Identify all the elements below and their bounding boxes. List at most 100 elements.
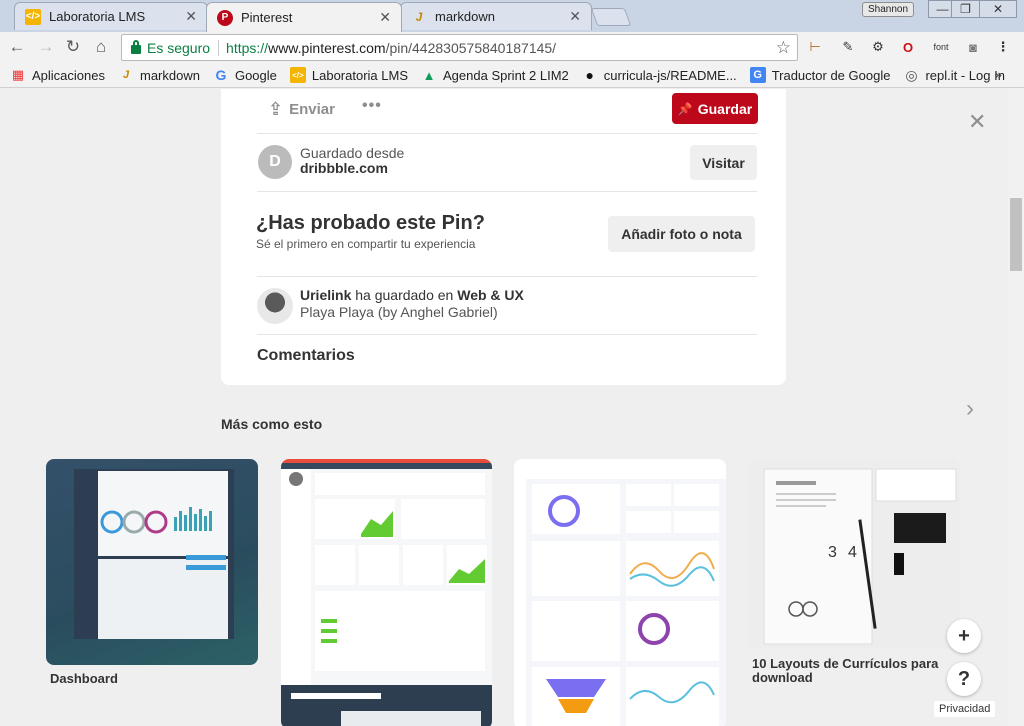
saver-name-link[interactable]: Urielink (300, 287, 351, 303)
pin-description: Playa Playa (by Anghel Gabriel) (300, 304, 498, 320)
tab-markdown[interactable]: J markdown ✕ (400, 2, 592, 30)
close-icon[interactable]: ✕ (185, 8, 197, 25)
toolbar: ← → ↻ ⌂ Es seguro https:// www.pinterest… (0, 32, 1024, 63)
bookmark-github[interactable]: ● curricula-js/README... (582, 67, 737, 83)
comments-heading[interactable]: Comentarios (257, 347, 355, 365)
bookmark-label: Agenda Sprint 2 LIM2 (443, 67, 569, 83)
url-path: /pin/442830575840187145/ (385, 39, 557, 56)
pin-image-resume-layouts[interactable]: 3 4 (748, 459, 960, 649)
close-icon[interactable]: ✕ (569, 8, 581, 25)
bookmark-label: repl.it - Log In (925, 67, 1005, 83)
forward-arrow-icon[interactable]: → (35, 36, 57, 58)
help-button[interactable]: ? (947, 662, 981, 696)
svg-text:4: 4 (848, 544, 857, 561)
extension-icon[interactable]: ⊢ (805, 37, 825, 57)
font-icon[interactable]: font (931, 37, 951, 57)
extension-icon[interactable]: ⚙ (868, 37, 888, 57)
board-link[interactable]: Web & UX (457, 287, 524, 303)
close-icon[interactable]: ✕ (379, 9, 391, 26)
bookmark-markdown[interactable]: J markdown (118, 67, 200, 83)
bookmark-label: Google (234, 67, 277, 83)
saver-info: Urielink ha guardado en Web & UX Playa P… (300, 287, 524, 321)
bookmark-agenda[interactable]: ▲ Agenda Sprint 2 LIM2 (421, 67, 569, 83)
menu-icon[interactable]: ⋮ (993, 37, 1013, 57)
divider (257, 191, 757, 192)
markdown-icon: J (415, 9, 423, 24)
github-icon: ● (585, 67, 594, 83)
bookmark-replit[interactable]: ◎ repl.it - Log In (903, 67, 1005, 83)
url-host: www.pinterest.com (268, 39, 386, 56)
bookmark-label: Laboratoria LMS (311, 67, 409, 83)
new-tab-button[interactable] (590, 8, 632, 26)
bookmark-google[interactable]: G Google (213, 67, 277, 83)
replit-icon: ◎ (905, 66, 918, 83)
add-photo-button[interactable]: Añadir foto o nota (608, 216, 755, 252)
source-prefix: Guardado desde (300, 145, 405, 161)
lock-icon (131, 40, 141, 54)
resume-thumbnail: 3 4 (763, 468, 957, 645)
tab-label: Pinterest (241, 10, 293, 25)
pin-image-dashboard[interactable] (46, 459, 258, 665)
pinterest-icon: P (217, 9, 233, 26)
bookmark-label: curricula-js/README... (603, 67, 737, 83)
source-domain-link[interactable]: dribbble.com (300, 161, 404, 176)
source-avatar[interactable]: D (258, 145, 292, 179)
pin-caption[interactable]: Dashboard (50, 672, 255, 686)
google-icon: G (215, 67, 227, 83)
url-scheme: https:// (226, 39, 269, 56)
home-icon[interactable]: ⌂ (90, 36, 112, 58)
share-button[interactable]: ⇪ Enviar (268, 99, 335, 120)
tab-pinterest[interactable]: P Pinterest ✕ (206, 2, 402, 32)
more-like-this-title: Más como esto (221, 416, 323, 432)
visit-button[interactable]: Visitar (690, 145, 757, 180)
back-arrow-icon[interactable]: ← (6, 36, 28, 58)
saver-action: ha guardado en (351, 287, 458, 303)
tab-laboratoria-lms[interactable]: </> Laboratoria LMS ✕ (14, 2, 208, 30)
pinterest-page: ⇪ Enviar ••• 📌 Guardar D Guardado desde … (0, 89, 1008, 726)
dashboard-thumbnail (74, 469, 234, 639)
bookmark-translate[interactable]: G Traductor de Google (749, 67, 891, 83)
pin-image-analytics-dashboard[interactable] (514, 459, 726, 726)
scrollbar[interactable] (1008, 89, 1024, 726)
markdown-icon: J (122, 69, 130, 81)
scrollbar-thumb[interactable] (1010, 198, 1022, 271)
restore-icon[interactable]: ❐ (951, 0, 980, 18)
share-icon: ⇪ (268, 99, 284, 119)
analytics-thumbnail (514, 459, 726, 726)
bookmark-label: Traductor de Google (771, 67, 891, 83)
bookmark-label: Aplicaciones (32, 67, 105, 83)
source-info: Guardado desde dribbble.com (300, 146, 404, 176)
pin-caption[interactable]: 10 Layouts de Currículos para download (752, 657, 952, 685)
save-button[interactable]: 📌 Guardar (672, 93, 758, 124)
divider (257, 334, 757, 335)
color-picker-icon[interactable]: ✎ (838, 37, 858, 57)
translate-icon: G (749, 67, 766, 83)
reload-icon[interactable]: ↻ (62, 36, 84, 58)
privacy-link[interactable]: Privacidad (934, 701, 996, 717)
address-bar[interactable]: Es seguro https:// www.pinterest.com /pi… (121, 34, 798, 61)
bookmark-star-icon[interactable]: ☆ (776, 38, 791, 58)
chevron-right-icon[interactable]: › (966, 395, 974, 423)
bookmark-label: markdown (140, 67, 200, 83)
add-pin-button[interactable]: + (947, 619, 981, 653)
bookmark-apps[interactable]: ▦ Aplicaciones (10, 67, 105, 83)
more-options-icon[interactable]: ••• (362, 97, 382, 115)
profile-button[interactable]: Shannon (862, 2, 915, 17)
tried-subtitle: Sé el primero en compartir tu experienci… (256, 237, 476, 251)
drive-icon: ▲ (422, 67, 436, 83)
divider (257, 276, 757, 277)
svg-text:3: 3 (828, 544, 837, 561)
close-window-icon[interactable]: ✕ (979, 0, 1017, 18)
close-icon[interactable]: ✕ (968, 109, 986, 135)
bookmarks-overflow-icon[interactable]: » (995, 67, 1002, 82)
tab-label: markdown (435, 9, 495, 24)
bookmark-laboratoria[interactable]: </> Laboratoria LMS (289, 67, 409, 83)
avatar[interactable] (257, 288, 293, 324)
tried-title: ¿Has probado este Pin? (256, 212, 485, 234)
laboratoria-icon: </> (289, 67, 306, 83)
pin-image-homer-theme[interactable] (281, 459, 492, 726)
camera-icon[interactable]: ◙ (963, 37, 983, 57)
opera-icon[interactable]: O (898, 37, 918, 57)
tab-label: Laboratoria LMS (49, 9, 146, 24)
save-label: Guardar (697, 100, 753, 117)
